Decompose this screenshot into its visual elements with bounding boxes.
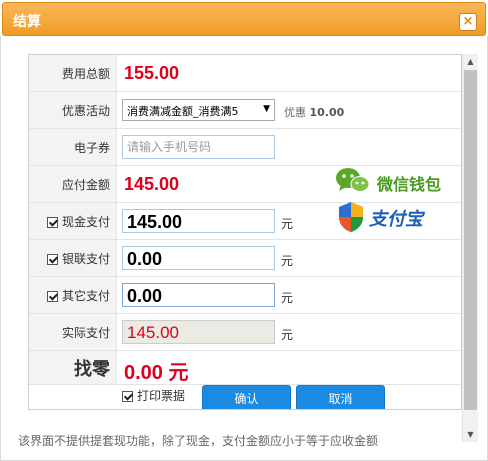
change-label: 找零 — [29, 351, 117, 384]
close-icon[interactable]: × — [459, 13, 477, 31]
cancel-button[interactable]: 取消 — [296, 385, 385, 409]
cash-checkbox[interactable] — [46, 216, 58, 228]
scrollbar[interactable]: ▲ ▼ — [462, 54, 478, 442]
print-checkbox[interactable] — [122, 391, 133, 402]
discount-label: 优惠 — [284, 106, 306, 119]
dialog-title: 结算 — [13, 14, 41, 30]
cash-label: 现金支付 — [61, 214, 110, 229]
actual-label: 实际支付 — [29, 314, 117, 350]
coupon-phone-input[interactable]: 请输入手机号码 — [122, 135, 275, 159]
alipay-label: 支付宝 — [369, 209, 423, 230]
total-value: 155.00 — [124, 63, 180, 83]
print-label: 打印票据 — [137, 389, 186, 403]
discount-info: 优惠 10.00 — [284, 104, 344, 120]
alipay-option[interactable]: 支付宝 — [337, 201, 423, 235]
change-row: 找零 0.00 元 — [29, 351, 461, 385]
coupon-label: 电子券 — [29, 129, 117, 165]
change-value-group: 0.00 元 — [124, 356, 189, 385]
confirm-button[interactable]: 确认 — [202, 385, 291, 409]
cash-label-cell: 现金支付 — [29, 203, 117, 239]
unionpay-label-cell: 银联支付 — [29, 240, 117, 276]
promo-select[interactable]: 消费满减金额_消费满5 ▼ — [122, 99, 275, 121]
other-unit: 元 — [281, 291, 294, 305]
change-value: 0.00 — [124, 362, 163, 384]
dropdown-arrow-icon: ▼ — [263, 104, 270, 114]
promo-row: 优惠活动 消费满减金额_消费满5 ▼ 优惠 10.00 — [29, 92, 461, 129]
unionpay-row: 银联支付 0.00 元 — [29, 240, 461, 277]
other-checkbox[interactable] — [46, 290, 58, 302]
discount-value: 10.00 — [309, 106, 345, 119]
action-bar: 打印票据 确认 取消 — [29, 385, 461, 409]
wechat-label: 微信钱包 — [377, 175, 442, 194]
cash-unit: 元 — [281, 217, 294, 231]
coupon-row: 电子券 请输入手机号码 — [29, 129, 461, 166]
footer-note: 该界面不提供提套现功能，除了现金，支付金额应小于等于应收金额 — [18, 434, 379, 448]
scroll-thumb[interactable] — [464, 70, 477, 410]
unionpay-checkbox[interactable] — [46, 253, 58, 265]
unionpay-unit: 元 — [281, 254, 294, 268]
change-unit: 元 — [168, 362, 189, 384]
unionpay-amount-input[interactable]: 0.00 — [122, 246, 275, 270]
settlement-form: 费用总额 155.00 优惠活动 消费满减金额_消费满5 ▼ 优惠 10.00 … — [28, 54, 462, 410]
other-row: 其它支付 0.00 元 — [29, 277, 461, 314]
actual-unit: 元 — [281, 328, 294, 342]
other-label-cell: 其它支付 — [29, 277, 117, 313]
alipay-shield-icon — [339, 202, 363, 232]
promo-selected-value: 消费满减金额_消费满5 — [127, 105, 239, 118]
actual-row: 实际支付 145.00 元 — [29, 314, 461, 351]
cash-amount-input[interactable]: 145.00 — [122, 209, 275, 233]
other-amount-input[interactable]: 0.00 — [122, 283, 275, 307]
total-row: 费用总额 155.00 — [29, 55, 461, 92]
wechat-pay-option[interactable]: 微信钱包 — [335, 165, 461, 197]
scroll-down-icon[interactable]: ▼ — [463, 427, 478, 442]
total-label: 费用总额 — [29, 55, 117, 91]
scroll-up-icon[interactable]: ▲ — [463, 54, 478, 69]
print-receipt-option[interactable]: 打印票据 — [122, 387, 185, 404]
actual-amount-field: 145.00 — [122, 320, 275, 344]
unionpay-label: 银联支付 — [61, 251, 110, 266]
other-label: 其它支付 — [61, 288, 110, 303]
payable-label: 应付金额 — [29, 166, 117, 202]
promo-label: 优惠活动 — [29, 92, 117, 128]
payable-value: 145.00 — [124, 174, 180, 194]
dialog-titlebar: 结算 × — [2, 2, 486, 36]
